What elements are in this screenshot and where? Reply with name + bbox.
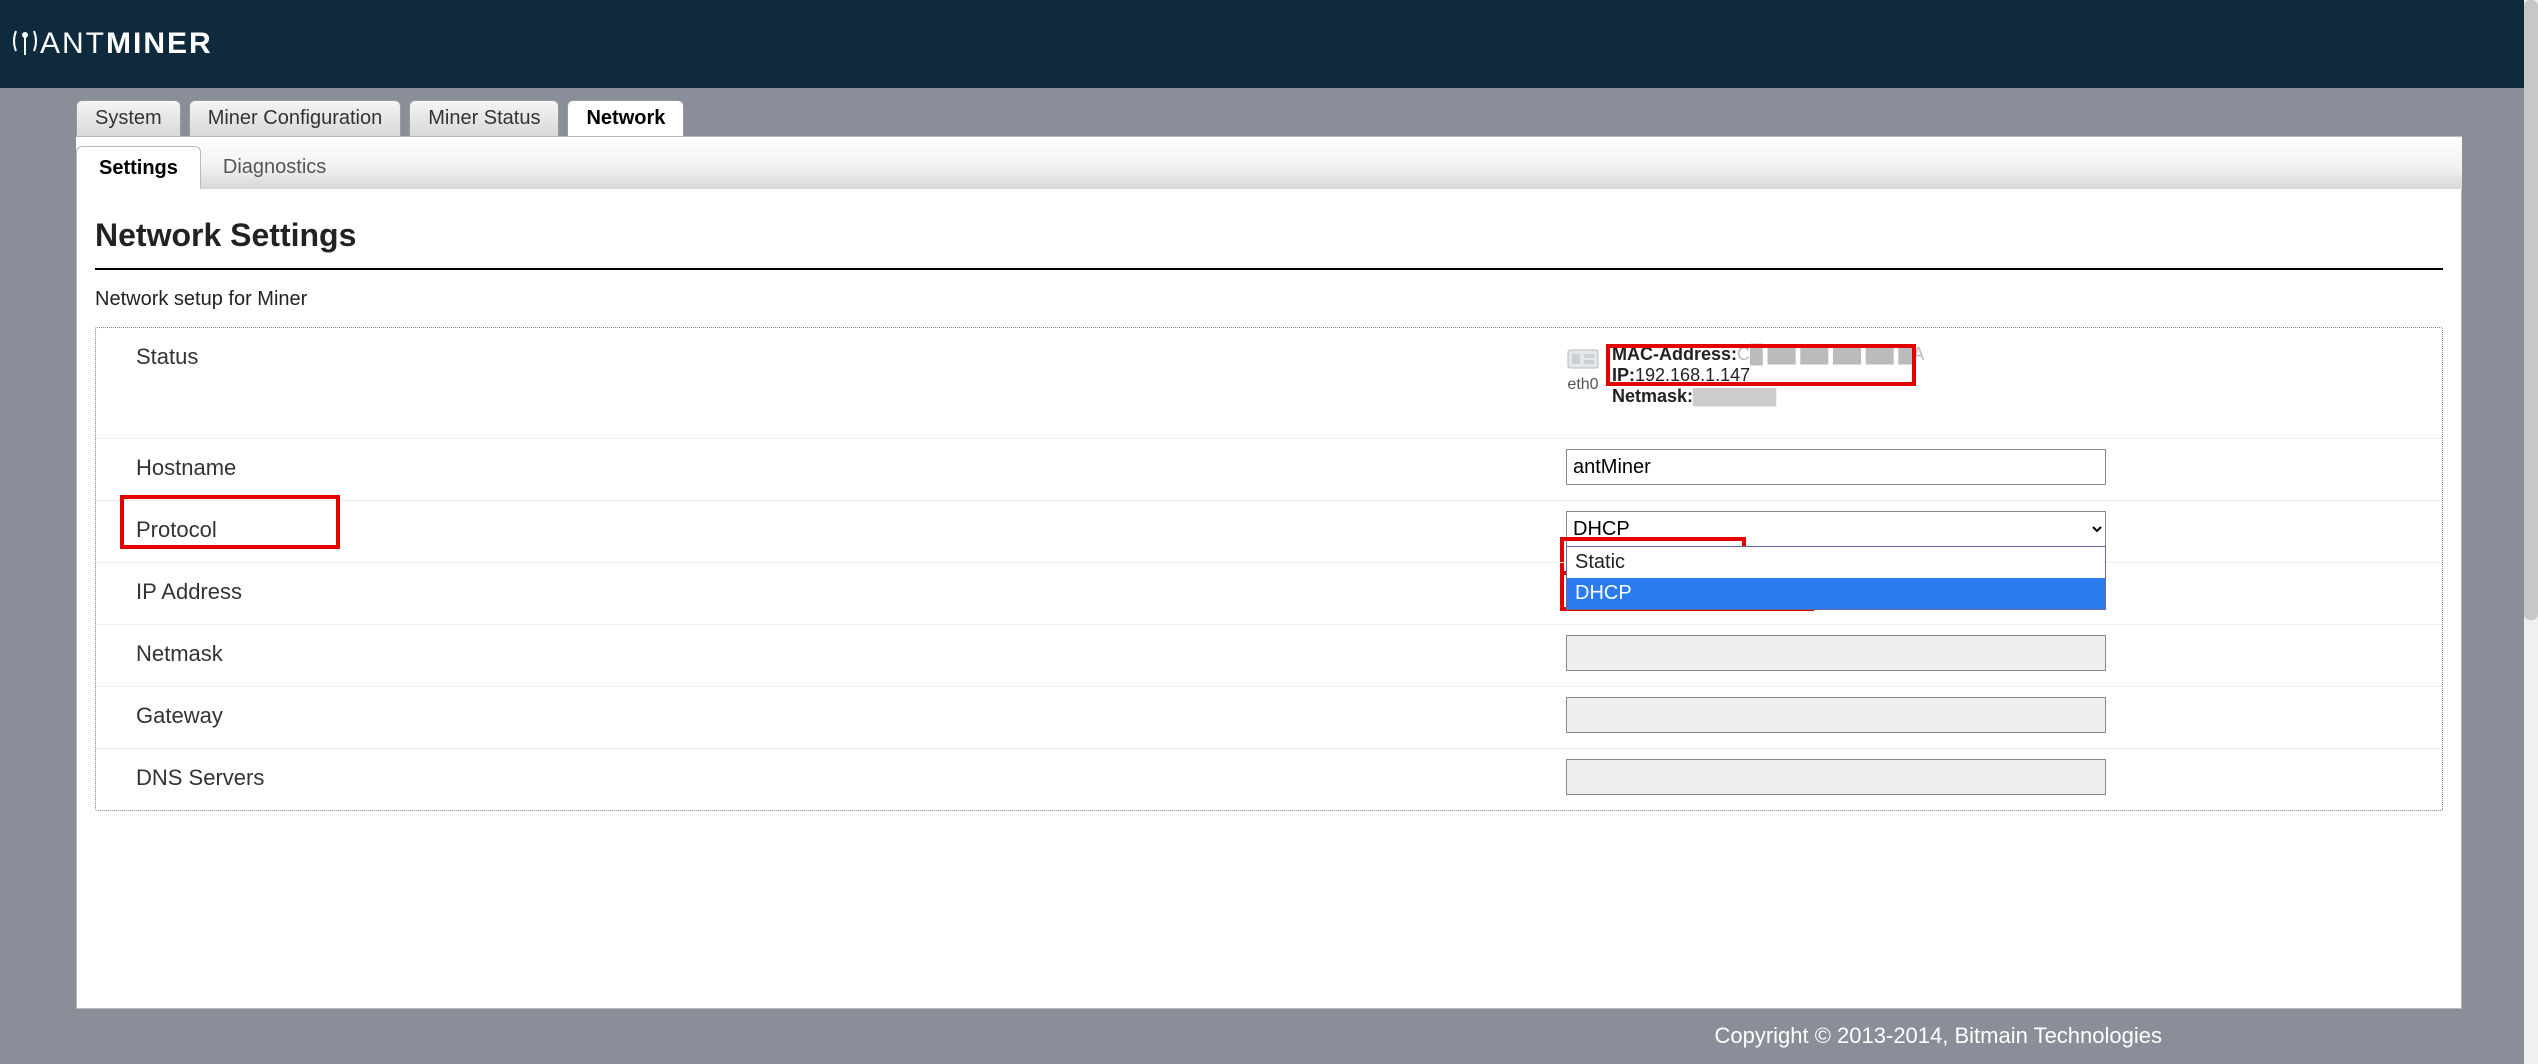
brand-logo: ANTMINER [10, 27, 213, 61]
primary-tabs: System Miner Configuration Miner Status … [76, 100, 2538, 136]
row-dns-servers: DNS Servers [96, 748, 2442, 810]
netmask-label: Netmask: [1612, 386, 1693, 406]
protocol-select[interactable]: DHCP [1566, 511, 2106, 547]
label-dns-servers: DNS Servers [96, 749, 1566, 807]
label-protocol: Protocol [136, 517, 217, 542]
interface-name: eth0 [1567, 376, 1598, 394]
gateway-input[interactable] [1566, 697, 2106, 733]
tab-network[interactable]: Network [567, 100, 684, 136]
brand-ant: ANT [40, 27, 106, 61]
page-title: Network Settings [95, 217, 2443, 270]
label-gateway: Gateway [96, 687, 1566, 745]
netmask-value: ▇▇▇▇▇▇ [1693, 386, 1776, 406]
mac-label: MAC-Address: [1612, 344, 1737, 364]
app-header: ANTMINER [0, 0, 2538, 88]
antenna-icon [10, 27, 40, 55]
mac-value: C█ ▇▇ ▇▇ ▇▇ ▇▇ ▇A [1737, 344, 1924, 364]
dns-servers-input[interactable] [1566, 759, 2106, 795]
tab-miner-configuration[interactable]: Miner Configuration [189, 100, 402, 136]
secondary-tabs: Settings Diagnostics [76, 137, 2462, 189]
ip-value: 192.168.1.147 [1635, 365, 1750, 385]
label-netmask: Netmask [96, 625, 1566, 683]
netmask-input[interactable] [1566, 635, 2106, 671]
row-status: Status eth0 [96, 328, 2442, 438]
hostname-input[interactable] [1566, 449, 2106, 485]
label-ip-address: IP Address [96, 563, 1566, 621]
nic-icon [1566, 344, 1600, 374]
section-legend: Network setup for Miner [77, 270, 2461, 321]
protocol-option-static[interactable]: Static [1567, 547, 2105, 578]
network-fieldset: Status eth0 [95, 327, 2443, 811]
label-hostname: Hostname [96, 439, 1566, 497]
scrollbar-thumb[interactable] [2524, 0, 2538, 620]
tab-miner-status[interactable]: Miner Status [409, 100, 559, 136]
footer: Copyright © 2013-2014, Bitmain Technolog… [76, 1009, 2462, 1063]
subtab-diagnostics[interactable]: Diagnostics [201, 146, 348, 189]
row-protocol: Protocol DHCP Static DHCP [96, 500, 2442, 562]
content-panel: Network Settings Network setup for Miner… [76, 189, 2462, 1009]
status-lines: MAC-Address:C█ ▇▇ ▇▇ ▇▇ ▇▇ ▇A IP:192.168… [1612, 344, 1924, 407]
protocol-dropdown: Static DHCP [1566, 546, 2106, 610]
vertical-scrollbar[interactable] [2524, 0, 2538, 1064]
ip-label: IP: [1612, 365, 1635, 385]
brand-miner: MINER [106, 27, 213, 61]
protocol-option-dhcp[interactable]: DHCP [1567, 578, 2105, 609]
footer-text: Copyright © 2013-2014, Bitmain Technolog… [76, 1023, 2462, 1049]
subtab-settings[interactable]: Settings [76, 146, 201, 190]
row-gateway: Gateway [96, 686, 2442, 748]
label-status: Status [96, 328, 1566, 386]
tab-system[interactable]: System [76, 100, 181, 136]
row-hostname: Hostname [96, 438, 2442, 500]
row-netmask: Netmask [96, 624, 2442, 686]
